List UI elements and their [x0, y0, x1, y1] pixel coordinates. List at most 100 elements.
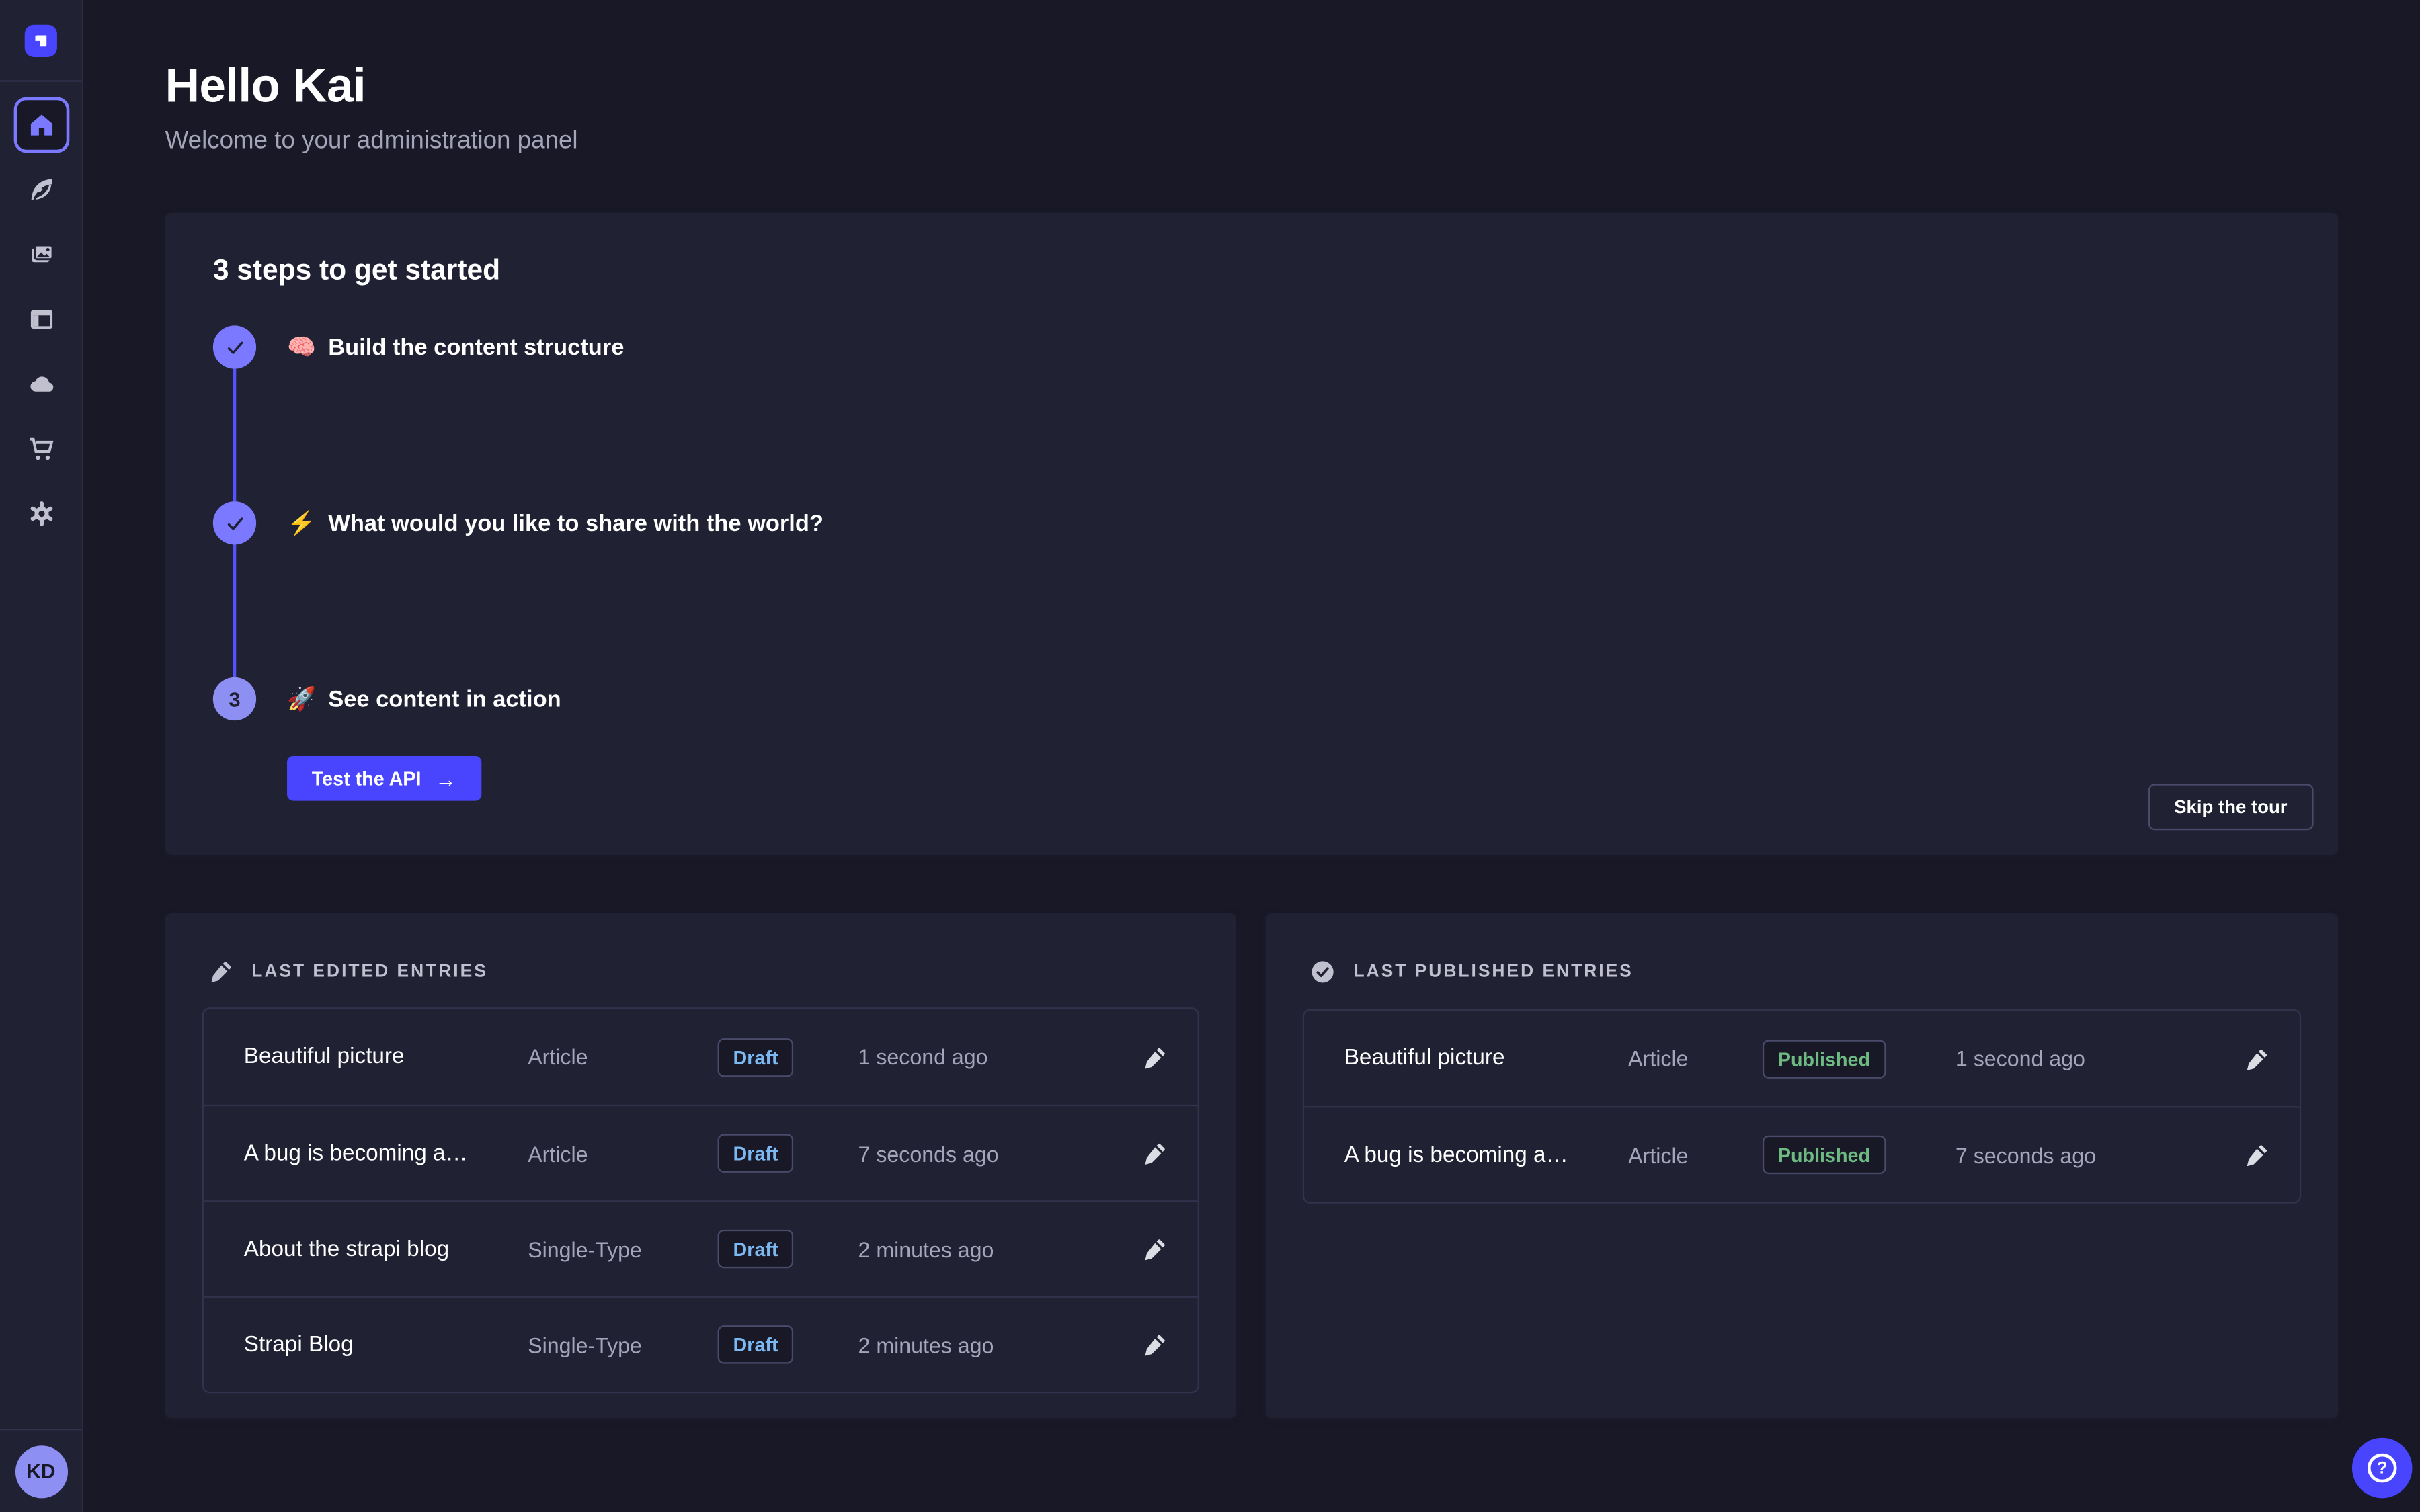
edit-entry-button[interactable]	[1133, 1323, 1176, 1366]
help-button[interactable]: ?	[2352, 1438, 2413, 1499]
table-row[interactable]: Beautiful picture Article Published 1 se…	[1304, 1011, 2300, 1106]
sidebar-footer: KD	[0, 1429, 82, 1512]
last-published-header: LAST PUBLISHED ENTRIES	[1310, 960, 2301, 984]
sidebar-item-home[interactable]	[13, 97, 69, 153]
entry-kind: Single-Type	[528, 1333, 717, 1357]
page-subtitle: Welcome to your administration panel	[165, 128, 578, 156]
page-title: Hello Kai	[165, 58, 578, 114]
status-badge: Published	[1763, 1039, 1886, 1077]
step-connector-line	[233, 369, 237, 501]
entry-time: 2 minutes ago	[858, 1236, 1115, 1261]
entry-time: 7 seconds ago	[1955, 1142, 2216, 1167]
pencil-icon	[2245, 1143, 2267, 1166]
pencil-icon	[2245, 1047, 2267, 1070]
media-library-icon	[27, 241, 54, 268]
strapi-logo-icon[interactable]	[25, 24, 57, 56]
table-row[interactable]: A bug is becoming a… Article Published 7…	[1304, 1106, 2300, 1202]
skip-tour-button[interactable]: Skip the tour	[2148, 784, 2313, 830]
edit-entry-button[interactable]	[1133, 1132, 1176, 1175]
step-label: 🚀 See content in action	[287, 685, 561, 712]
table-row[interactable]: About the strapi blog Single-Type Draft …	[204, 1200, 1198, 1296]
entry-time: 7 seconds ago	[858, 1141, 1115, 1166]
entry-title: Beautiful picture	[244, 1044, 528, 1069]
sidebar-item-marketplace[interactable]	[13, 421, 69, 477]
step-build-content-structure: 🧠 Build the content structure	[213, 325, 2290, 368]
last-edited-header: LAST EDITED ENTRIES	[210, 960, 1199, 982]
step-share-with-world: ⚡ What would you like to share with the …	[213, 501, 2290, 544]
pencil-icon	[210, 960, 233, 982]
strapi-dashboard: KD Hello Kai Welcome to your administrat…	[0, 0, 2420, 1512]
sidebar-item-settings[interactable]	[13, 486, 69, 542]
sidebar-nav	[0, 82, 82, 542]
check-icon	[225, 337, 245, 358]
rocket-emoji-icon: 🚀	[287, 685, 316, 712]
step-connector-line	[233, 544, 237, 677]
onboarding-card: 3 steps to get started 🧠 Build the conte…	[165, 213, 2339, 855]
onboarding-title: 3 steps to get started	[213, 253, 2290, 288]
question-mark-icon: ?	[2368, 1454, 2397, 1483]
edit-entry-button[interactable]	[2234, 1133, 2277, 1176]
step-label: ⚡ What would you like to share with the …	[287, 509, 823, 537]
table-row[interactable]: Beautiful picture Article Draft 1 second…	[204, 1009, 1198, 1105]
pencil-icon	[1143, 1142, 1166, 1165]
user-avatar[interactable]: KD	[15, 1445, 67, 1497]
edit-entry-button[interactable]	[2234, 1037, 2277, 1080]
status-badge: Draft	[718, 1230, 794, 1268]
check-icon	[225, 513, 245, 533]
step-check-circle	[213, 501, 256, 544]
entry-title: About the strapi blog	[244, 1236, 528, 1261]
panel-title: LAST EDITED ENTRIES	[251, 962, 488, 980]
avatar-initials: KD	[26, 1460, 55, 1482]
pencil-icon	[1143, 1045, 1166, 1068]
sidebar-item-cloud[interactable]	[13, 356, 69, 412]
status-badge: Published	[1763, 1136, 1886, 1174]
entry-kind: Article	[1628, 1142, 1763, 1167]
status-badge: Draft	[718, 1325, 794, 1363]
sidebar-header	[0, 0, 82, 82]
cloud-icon	[27, 370, 54, 398]
step-number-circle: 3	[213, 677, 256, 720]
last-edited-table: Beautiful picture Article Draft 1 second…	[202, 1007, 1199, 1393]
check-circle-icon	[1310, 960, 1335, 984]
status-badge: Draft	[718, 1038, 794, 1076]
entry-title: A bug is becoming a…	[244, 1141, 528, 1166]
entry-kind: Article	[1628, 1046, 1763, 1071]
entry-time: 1 second ago	[1955, 1046, 2216, 1071]
entry-kind: Article	[528, 1141, 717, 1166]
pencil-icon	[1143, 1237, 1166, 1260]
last-published-table: Beautiful picture Article Published 1 se…	[1303, 1009, 2301, 1204]
pencil-icon	[1143, 1333, 1166, 1356]
entry-kind: Article	[528, 1044, 717, 1069]
marketplace-cart-icon	[27, 435, 54, 462]
status-badge: Draft	[718, 1134, 794, 1172]
edit-entry-button[interactable]	[1133, 1227, 1176, 1270]
table-row[interactable]: A bug is becoming a… Article Draft 7 sec…	[204, 1105, 1198, 1200]
entry-title: Strapi Blog	[244, 1333, 528, 1357]
entry-kind: Single-Type	[528, 1236, 717, 1261]
step-check-circle	[213, 325, 256, 368]
table-row[interactable]: Strapi Blog Single-Type Draft 2 minutes …	[204, 1296, 1198, 1392]
home-icon	[27, 111, 54, 138]
test-api-button[interactable]: Test the API →	[287, 756, 481, 801]
arrow-right-icon: →	[435, 766, 456, 791]
entry-title: Beautiful picture	[1344, 1046, 1628, 1071]
page-header: Hello Kai Welcome to your administration…	[165, 58, 578, 156]
brain-emoji-icon: 🧠	[287, 333, 316, 361]
content-manager-icon	[27, 306, 54, 333]
step-see-content-in-action: 3 🚀 See content in action	[213, 677, 2290, 720]
step-label: 🧠 Build the content structure	[287, 333, 624, 361]
sidebar-item-content-type-builder[interactable]	[13, 162, 69, 218]
sidebar-item-content-manager[interactable]	[13, 292, 69, 347]
lightning-emoji-icon: ⚡	[287, 509, 316, 537]
last-edited-panel: LAST EDITED ENTRIES Beautiful picture Ar…	[165, 913, 1236, 1418]
settings-gear-icon	[27, 500, 54, 528]
sidebar: KD	[0, 0, 83, 1512]
entry-title: A bug is becoming a…	[1344, 1142, 1628, 1167]
entry-time: 2 minutes ago	[858, 1333, 1115, 1357]
edit-entry-button[interactable]	[1133, 1036, 1176, 1079]
panel-title: LAST PUBLISHED ENTRIES	[1354, 963, 1634, 982]
sidebar-item-media-library[interactable]	[13, 226, 69, 282]
feather-icon	[27, 176, 54, 204]
entry-time: 1 second ago	[858, 1044, 1115, 1069]
last-published-panel: LAST PUBLISHED ENTRIES Beautiful picture…	[1266, 913, 2339, 1418]
